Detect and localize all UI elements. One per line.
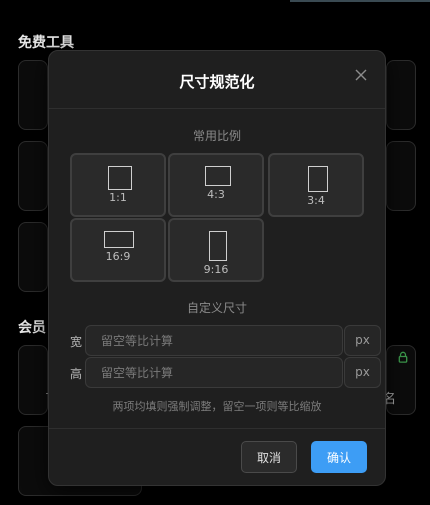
footer-divider bbox=[49, 428, 385, 429]
ratio-label: 4:3 bbox=[207, 188, 225, 201]
lock-icon bbox=[398, 351, 408, 363]
wide-ratio-icon bbox=[104, 231, 134, 248]
tool-card[interactable] bbox=[18, 141, 48, 211]
custom-size-label: 自定义尺寸 bbox=[186, 301, 247, 315]
width-unit: px bbox=[344, 325, 381, 356]
ratio-button-3-4[interactable]: 3:4 bbox=[268, 153, 364, 217]
dialog-title: 尺寸规范化 bbox=[179, 73, 255, 91]
tall-ratio-icon bbox=[209, 231, 227, 261]
tool-card[interactable] bbox=[18, 60, 48, 130]
ratio-label: 9:16 bbox=[203, 263, 229, 276]
tool-card[interactable] bbox=[386, 60, 416, 130]
ratio-label: 16:9 bbox=[105, 250, 131, 263]
cancel-button[interactable]: 取消 bbox=[241, 441, 297, 473]
tool-card[interactable] bbox=[18, 345, 48, 415]
ratio-button-9-16[interactable]: 9:16 bbox=[168, 218, 264, 282]
header-divider bbox=[49, 108, 385, 109]
confirm-button[interactable]: 确认 bbox=[311, 441, 367, 473]
width-label: 宽 bbox=[70, 335, 83, 349]
ratio-label: 1:1 bbox=[109, 191, 127, 204]
height-label: 高 bbox=[70, 367, 83, 381]
close-icon[interactable] bbox=[355, 69, 367, 81]
common-ratios-label: 常用比例 bbox=[192, 129, 241, 143]
ratio-button-16-9[interactable]: 16:9 bbox=[70, 218, 166, 282]
ratio-button-4-3[interactable]: 4:3 bbox=[168, 153, 264, 217]
landscape-ratio-icon bbox=[205, 166, 231, 186]
width-input[interactable] bbox=[85, 325, 343, 356]
top-accent-line bbox=[290, 0, 430, 2]
tool-card[interactable] bbox=[386, 141, 416, 211]
height-input[interactable] bbox=[85, 357, 343, 388]
portrait-ratio-icon bbox=[308, 166, 328, 192]
size-normalize-dialog: 尺寸规范化 常用比例 1:1 4:3 3:4 16:9 9:16 自定义尺寸 宽… bbox=[48, 50, 386, 486]
resize-hint: 两项均填则强制调整，留空一项则等比缩放 bbox=[112, 400, 322, 413]
section-heading-member: 会员 bbox=[18, 320, 46, 336]
square-ratio-icon bbox=[108, 166, 132, 190]
ratio-button-1-1[interactable]: 1:1 bbox=[70, 153, 166, 217]
ratio-label: 3:4 bbox=[307, 194, 325, 207]
height-unit: px bbox=[344, 357, 381, 388]
tool-card[interactable] bbox=[18, 222, 48, 292]
section-heading-free-tools: 免费工具 bbox=[18, 35, 74, 51]
